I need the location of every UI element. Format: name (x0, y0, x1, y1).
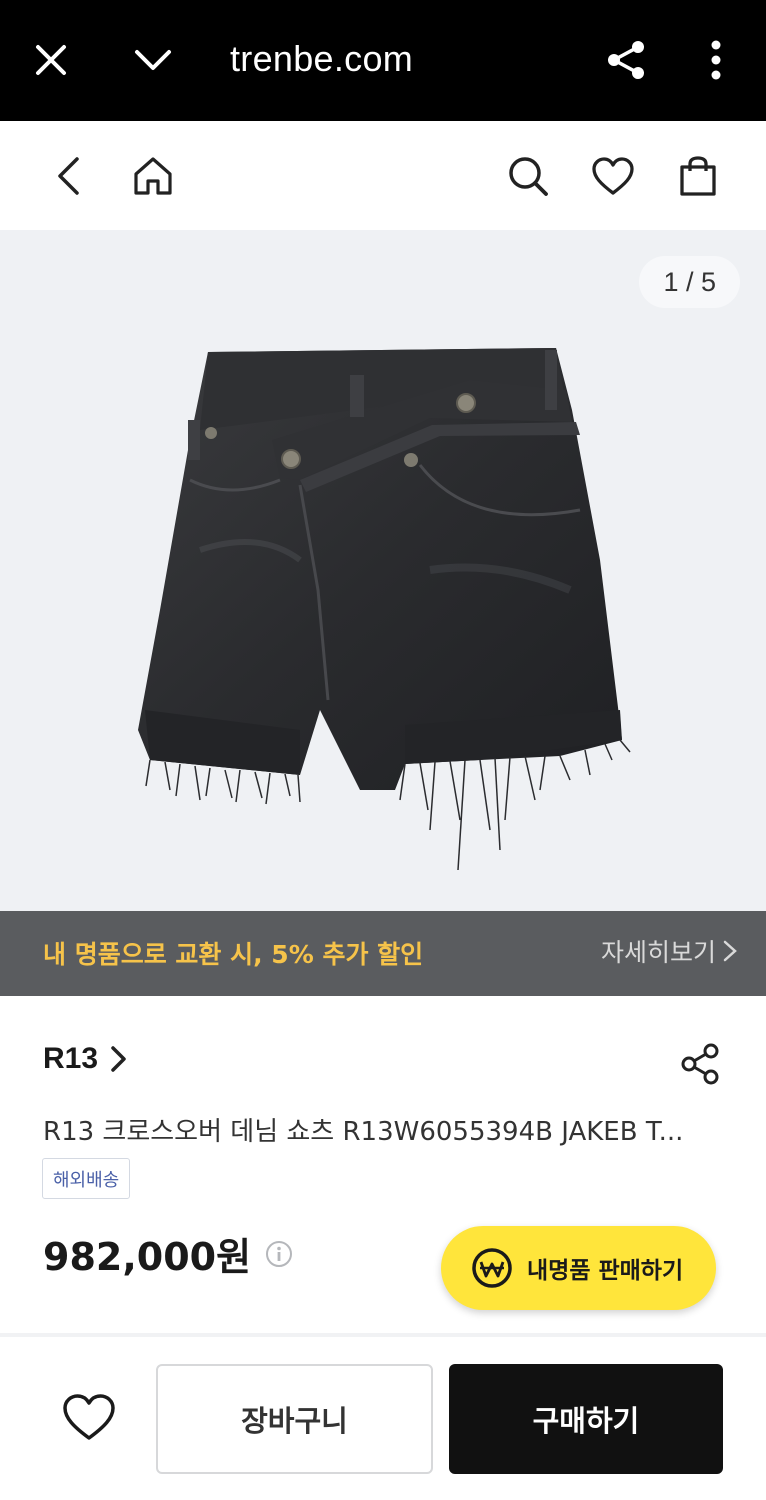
sell-my-luxury-button[interactable]: 내명품 판매하기 (441, 1226, 716, 1310)
price-row: 982,000원 (43, 1226, 293, 1281)
cart-header-button[interactable] (668, 146, 728, 206)
wishlist-button[interactable] (56, 1387, 122, 1447)
url-text[interactable]: trenbe.com (230, 38, 413, 80)
collapse-button[interactable] (123, 30, 183, 90)
search-icon (509, 157, 548, 196)
promo-more-label: 자세히보기 (600, 938, 716, 967)
app-header (0, 121, 766, 230)
chevron-right-icon (111, 1046, 126, 1072)
brand-name: R13 (43, 1042, 99, 1075)
promo-banner[interactable]: 내 명품으로 교환 시, 5% 추가 할인 자세히보기 (0, 911, 766, 996)
share-icon (608, 41, 644, 79)
heart-icon (592, 157, 634, 195)
browser-toolbar: trenbe.com (0, 0, 766, 121)
info-icon[interactable] (265, 1240, 293, 1268)
search-button[interactable] (498, 146, 558, 206)
promo-more-link[interactable]: 자세히보기 (601, 933, 738, 969)
back-button[interactable] (38, 146, 98, 206)
product-image (138, 348, 631, 871)
home-icon (134, 157, 172, 195)
more-vertical-icon (711, 40, 721, 80)
heart-icon (63, 1394, 115, 1440)
browser-more-button[interactable] (686, 30, 746, 90)
product-image-gallery[interactable]: 1 / 5 (0, 230, 766, 911)
promo-text: 내 명품으로 교환 시, 5% 추가 할인 (43, 940, 424, 969)
overseas-shipping-badge: 해외배송 (42, 1158, 131, 1199)
chevron-down-icon (135, 50, 171, 70)
image-counter: 1 / 5 (639, 256, 740, 308)
buy-now-button[interactable]: 구매하기 (449, 1364, 723, 1474)
browser-share-button[interactable] (596, 30, 656, 90)
wishlist-header-button[interactable] (583, 146, 643, 206)
share-icon (681, 1043, 719, 1085)
chevron-right-icon (723, 940, 737, 962)
close-icon (36, 45, 66, 75)
product-share-button[interactable] (672, 1036, 728, 1092)
close-button[interactable] (21, 30, 81, 90)
product-title: R13 크로스오버 데님 쇼츠 R13W6055394B JAKEB T... (43, 1117, 684, 1147)
product-price: 982,000원 (43, 1235, 252, 1279)
sell-button-label: 내명품 판매하기 (527, 1258, 684, 1284)
won-coin-icon (472, 1248, 512, 1288)
add-to-cart-button[interactable]: 장바구니 (156, 1364, 433, 1474)
shopping-bag-icon (680, 156, 716, 196)
home-button[interactable] (123, 146, 183, 206)
bottom-action-bar: 장바구니 구매하기 (0, 1337, 766, 1500)
brand-link[interactable]: R13 (43, 1042, 128, 1076)
back-icon (58, 157, 79, 195)
